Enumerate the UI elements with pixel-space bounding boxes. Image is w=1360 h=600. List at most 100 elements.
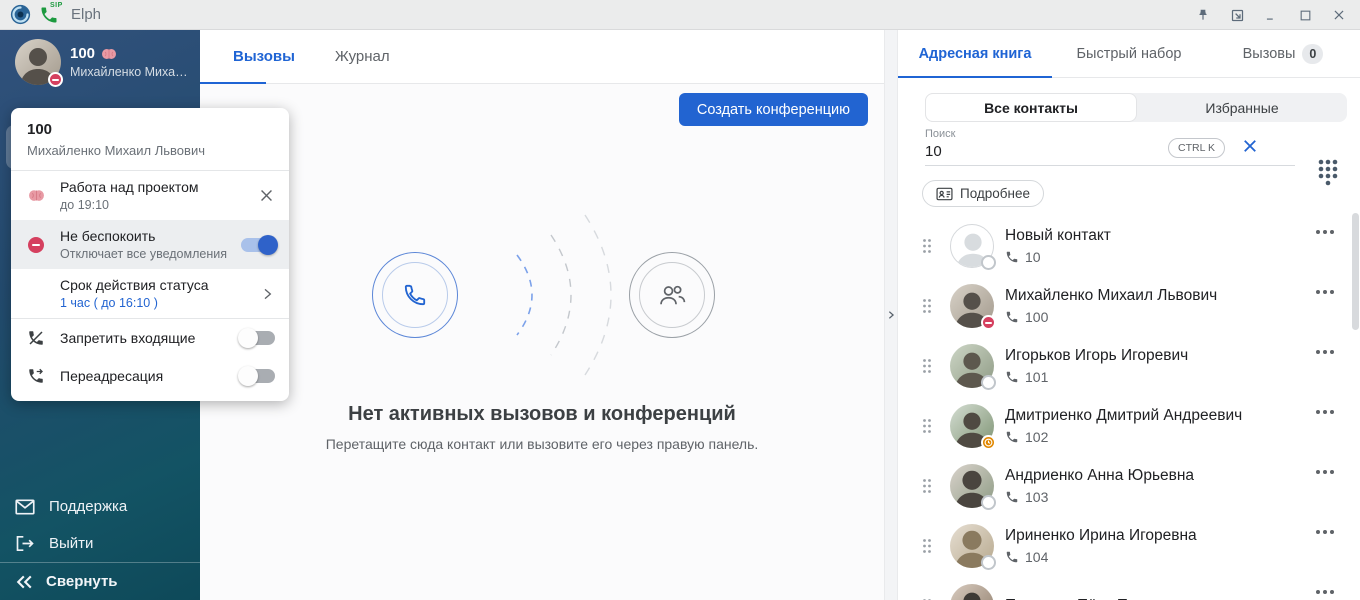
- search-field[interactable]: Поиск 10 CTRL K: [925, 128, 1295, 166]
- status-popup-header: 100 Михайленко Михаил Львович: [11, 108, 289, 171]
- scrollbar-thumb[interactable]: [1352, 213, 1359, 330]
- contact-row[interactable]: Дмитриенко Дмитрий Андреевич 102: [898, 396, 1360, 456]
- search-input[interactable]: 10: [925, 143, 1295, 160]
- dialpad-icon[interactable]: [1317, 158, 1339, 188]
- empty-state-title: Нет активных вызовов и конференций: [200, 403, 884, 426]
- contact-row[interactable]: Игорьков Игорь Игоревич 101: [898, 336, 1360, 396]
- tab-calls-right[interactable]: Вызовы 0: [1206, 30, 1360, 77]
- drag-handle-icon[interactable]: [922, 418, 932, 434]
- segment-all-contacts[interactable]: Все контакты: [925, 93, 1137, 122]
- logout-icon: [15, 535, 35, 552]
- sidebar-item-logout[interactable]: Выйти: [0, 525, 200, 562]
- dnd-subtitle: Отключает все уведомления: [60, 247, 233, 261]
- main-tab-bar: Вызовы Журнал: [200, 30, 884, 84]
- contact-number: 102: [1025, 429, 1048, 445]
- contact-row[interactable]: Ириненко Ирина Игоревна 104: [898, 516, 1360, 576]
- logout-label: Выйти: [49, 535, 93, 552]
- contact-avatar: [950, 404, 994, 448]
- details-button[interactable]: Подробнее: [922, 180, 1044, 207]
- collapse-label: Свернуть: [46, 573, 118, 590]
- chevron-right-icon: [259, 286, 275, 302]
- calls-count-badge: 0: [1302, 44, 1323, 64]
- drag-handle-icon[interactable]: [922, 298, 932, 314]
- active-tab-underline: [898, 76, 1052, 78]
- sidebar-item-support[interactable]: Поддержка: [0, 488, 200, 525]
- contact-number: 100: [1025, 309, 1048, 325]
- people-group-icon: [657, 282, 687, 308]
- drag-handle-icon[interactable]: [922, 478, 932, 494]
- panel-collapse-strip[interactable]: [884, 30, 898, 600]
- popup-full-name: Михайленко Михаил Львович: [27, 143, 273, 158]
- dnd-badge-icon: [48, 72, 63, 87]
- status-popup: 100 Михайленко Михаил Львович Работа над…: [11, 108, 289, 401]
- minimize-icon[interactable]: [1262, 6, 1280, 24]
- signal-waves-graphic: [495, 210, 625, 380]
- tab-journal[interactable]: Журнал: [315, 30, 410, 83]
- contact-menu-icon[interactable]: [1316, 590, 1334, 594]
- empty-state-graphic: [200, 252, 884, 338]
- popup-item-dnd[interactable]: Не беспокоить Отключает все уведомления: [11, 220, 289, 269]
- contact-number: 103: [1025, 489, 1048, 505]
- contact-menu-icon[interactable]: [1316, 290, 1334, 294]
- popup-item-status-duration[interactable]: Срок действия статуса 1 час ( до 16:10 ): [11, 269, 289, 318]
- dnd-toggle[interactable]: [241, 238, 275, 252]
- status-title: Работа над проектом: [60, 179, 250, 195]
- current-user-block[interactable]: 100 Михайленко Михаил Львович: [0, 30, 200, 94]
- window-controls: [1194, 0, 1348, 30]
- contact-menu-icon[interactable]: [1316, 470, 1334, 474]
- block-incoming-title: Запретить входящие: [60, 330, 233, 346]
- drag-handle-icon[interactable]: [922, 238, 932, 254]
- contact-row[interactable]: Петренко Пётр Петрович: [898, 576, 1360, 600]
- chevron-right-icon: [886, 309, 896, 321]
- contact-name: Игорьков Игорь Игоревич: [1005, 347, 1188, 365]
- segment-favorites[interactable]: Избранные: [1137, 93, 1347, 122]
- right-tab-bar: Адресная книга Быстрый набор Вызовы 0: [898, 30, 1360, 78]
- envelope-icon: [15, 499, 35, 515]
- contact-avatar: [950, 344, 994, 388]
- sidebar-footer: Поддержка Выйти: [0, 488, 200, 562]
- contact-menu-icon[interactable]: [1316, 230, 1334, 234]
- contact-menu-icon[interactable]: [1316, 410, 1334, 414]
- clear-search-icon[interactable]: [1241, 137, 1259, 155]
- title-bar: SIP Elph: [0, 0, 1360, 30]
- popup-item-forwarding[interactable]: Переадресация: [11, 357, 289, 395]
- contact-row[interactable]: Новый контакт 10: [898, 216, 1360, 276]
- offline-badge-icon: [981, 555, 996, 570]
- close-icon[interactable]: [1330, 6, 1348, 24]
- drag-handle-icon[interactable]: [922, 358, 932, 374]
- contact-avatar: [950, 284, 994, 328]
- user-avatar: [15, 39, 61, 85]
- contact-name: Новый контакт: [1005, 227, 1111, 245]
- double-chevron-left-icon: [16, 575, 33, 589]
- block-incoming-toggle[interactable]: [241, 331, 275, 345]
- drag-handle-icon[interactable]: [922, 538, 932, 554]
- offline-badge-icon: [981, 495, 996, 510]
- phone-icon: [1005, 550, 1019, 564]
- conference-circle: [629, 252, 715, 338]
- clear-status-icon[interactable]: [258, 187, 275, 204]
- contact-row[interactable]: Андриенко Анна Юрьевна 103: [898, 456, 1360, 516]
- pin-icon[interactable]: [1194, 6, 1212, 24]
- contact-number: 104: [1025, 549, 1048, 565]
- popup-item-block-incoming[interactable]: Запретить входящие: [11, 319, 289, 357]
- contact-menu-icon[interactable]: [1316, 530, 1334, 534]
- contact-row[interactable]: Михайленко Михаил Львович 100: [898, 276, 1360, 336]
- duration-value: 1 час ( до 16:10 ): [60, 296, 251, 310]
- dnd-icon: [27, 237, 45, 253]
- create-conference-button[interactable]: Создать конференцию: [679, 93, 868, 126]
- tab-speed-dial[interactable]: Быстрый набор: [1052, 30, 1206, 77]
- popout-icon[interactable]: [1228, 6, 1246, 24]
- tab-address-book[interactable]: Адресная книга: [898, 30, 1052, 77]
- tab-calls[interactable]: Вызовы: [213, 30, 315, 83]
- forwarding-toggle[interactable]: [241, 369, 275, 383]
- popup-item-current-status[interactable]: Работа над проектом до 19:10: [11, 171, 289, 220]
- dnd-title: Не беспокоить: [60, 228, 233, 244]
- phone-icon: [1005, 370, 1019, 384]
- contact-avatar: [950, 584, 994, 600]
- away-clock-badge-icon: [981, 435, 996, 450]
- maximize-icon[interactable]: [1296, 6, 1314, 24]
- contact-number: 10: [1025, 249, 1041, 265]
- sidebar-collapse-button[interactable]: Свернуть: [0, 562, 200, 600]
- contact-menu-icon[interactable]: [1316, 350, 1334, 354]
- phone-call-icon: [402, 282, 428, 308]
